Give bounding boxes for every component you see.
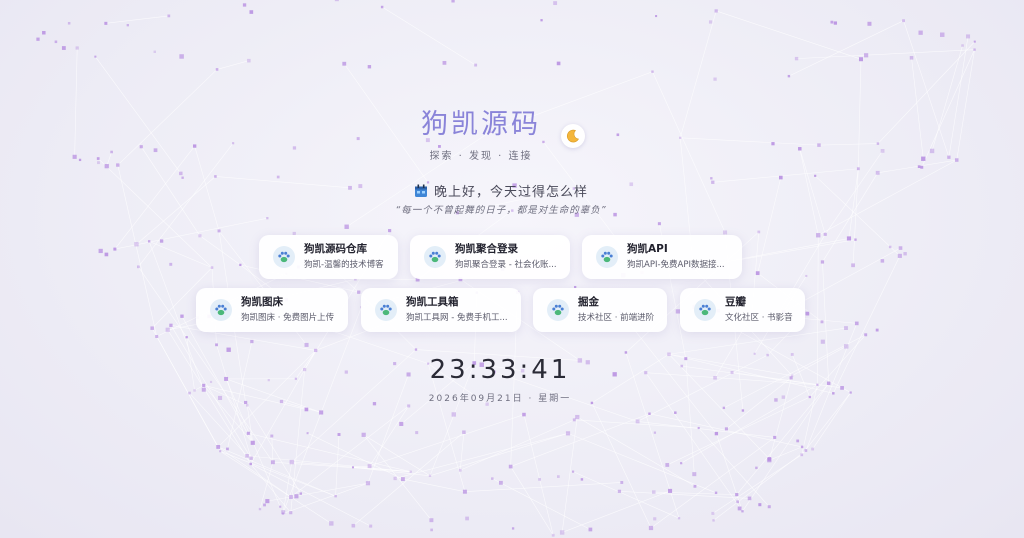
site-title: 狗凯源码 [421,109,541,140]
paw-icon [210,299,232,321]
clock-time: 23:33:41 [429,355,571,385]
greeting: 晚上好，今天过得怎么样 [0,181,1002,200]
card-desc: 狗凯聚合登录 - 社会化账... [455,260,557,270]
paw-icon [596,246,618,268]
card-desc: 狗凯图床 · 免费图片上传 [241,313,335,323]
calendar-icon [414,184,427,197]
paw-icon [273,246,295,268]
card-desc: 狗凯工具网 - 免费手机工... [406,313,508,323]
card-desc: 狗凯API-免费API数据接... [627,260,725,270]
greeting-text: 晚上好，今天过得怎么样 [433,185,588,200]
clock-date: 2026年09月21日 · 星期一 [428,394,572,404]
paw-icon [375,299,397,321]
card-title: 豆瓣 [725,296,746,308]
card-title: 狗凯图床 [241,296,283,308]
link-card-douban[interactable]: 豆瓣 文化社区 · 书影音 [680,288,805,332]
link-card-juejin[interactable]: 掘金 技术社区 · 前端进阶 [533,288,667,332]
link-card-gitrepo[interactable]: 狗凯源码仓库 狗凯-温馨的技术博客 [259,235,398,279]
site-subtitle: 探索 · 发现 · 连接 [429,151,533,162]
card-title: 狗凯源码仓库 [304,243,367,255]
daily-quote: “每一个不曾起舞的日子，都是对生命的辜负” [395,205,607,216]
paw-icon [547,299,569,321]
card-title: 狗凯API [627,243,668,255]
theme-toggle-button[interactable] [561,124,585,148]
card-desc: 文化社区 · 书影音 [725,313,793,323]
link-card-api[interactable]: 狗凯API 狗凯API-免费API数据接... [582,235,742,279]
card-desc: 狗凯-温馨的技术博客 [304,260,384,270]
paw-icon [424,246,446,268]
card-desc: 技术社区 · 前端进阶 [578,313,655,323]
link-card-toolbox[interactable]: 狗凯工具箱 狗凯工具网 - 免费手机工... [361,288,521,332]
link-card-image-host[interactable]: 狗凯图床 狗凯图床 · 免费图片上传 [196,288,348,332]
card-title: 狗凯工具箱 [406,296,459,308]
card-title: 狗凯聚合登录 [455,243,518,255]
card-title: 掘金 [578,296,599,308]
link-card-login[interactable]: 狗凯聚合登录 狗凯聚合登录 - 社会化账... [410,235,570,279]
crescent-moon-icon [566,129,579,143]
paw-icon [694,299,716,321]
